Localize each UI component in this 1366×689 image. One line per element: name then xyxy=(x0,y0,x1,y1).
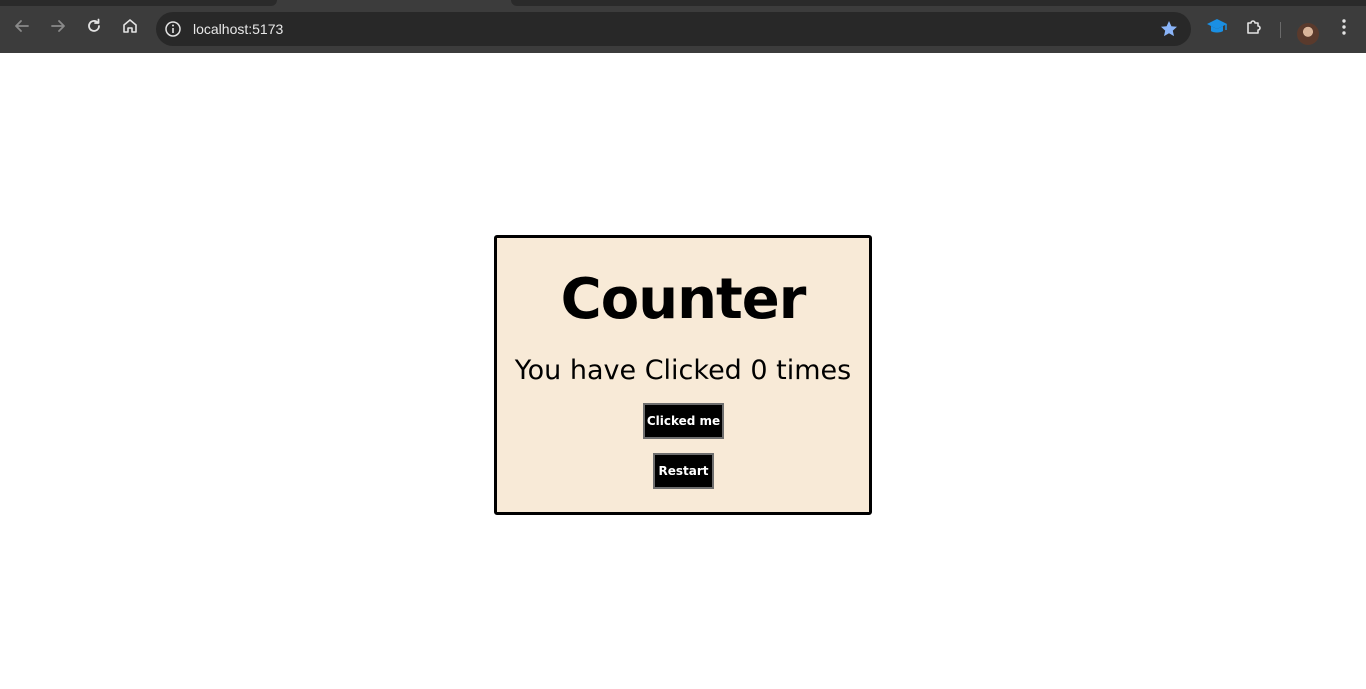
counter-card: Counter You have Clicked 0 times Clicked… xyxy=(494,235,872,515)
reload-button[interactable] xyxy=(80,12,108,40)
kebab-menu-icon xyxy=(1341,18,1347,41)
page-title: Counter xyxy=(560,267,807,332)
browser-menu-button[interactable] xyxy=(1332,17,1356,41)
back-button[interactable] xyxy=(8,12,36,40)
toolbar-separator xyxy=(1280,22,1281,38)
home-button[interactable] xyxy=(116,12,144,40)
avatar[interactable] xyxy=(1297,23,1319,45)
info-icon[interactable] xyxy=(164,20,182,38)
click-me-button[interactable]: Clicked me xyxy=(643,403,724,439)
browser-toolbar: localhost:5173 xyxy=(0,6,1366,53)
home-icon xyxy=(121,17,139,35)
star-icon[interactable] xyxy=(1159,19,1179,39)
extensions-button[interactable] xyxy=(1242,17,1266,41)
reload-icon xyxy=(85,17,103,35)
arrow-left-icon xyxy=(13,17,31,35)
page-viewport: Counter You have Clicked 0 times Clicked… xyxy=(0,53,1366,689)
url-text[interactable]: localhost:5173 xyxy=(193,20,283,38)
restart-button[interactable]: Restart xyxy=(653,453,714,489)
click-count-message: You have Clicked 0 times xyxy=(514,355,852,386)
extension-button[interactable] xyxy=(1205,17,1229,41)
graduation-cap-icon xyxy=(1206,16,1228,43)
arrow-right-icon xyxy=(49,17,67,35)
browser-chrome: localhost:5173 xyxy=(0,0,1366,53)
puzzle-icon xyxy=(1244,17,1264,42)
forward-button[interactable] xyxy=(44,12,72,40)
address-bar[interactable]: localhost:5173 xyxy=(156,12,1191,46)
